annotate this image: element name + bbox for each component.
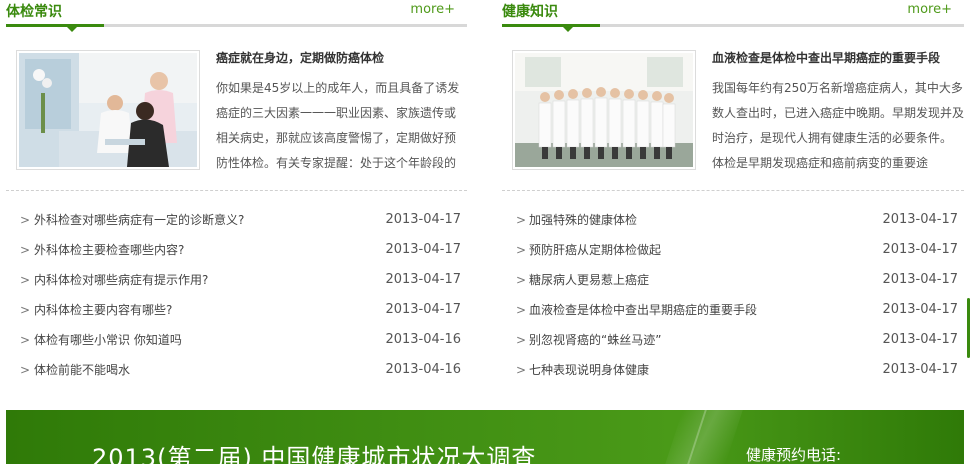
panel-health-checkup-tips: 体检常识 more+ 癌症就在身边，定期做防癌体检 你如果是45岁以上的成年人，… (6, 0, 467, 390)
list-item-date: 2013-04-16 (385, 362, 461, 377)
list-item-date: 2013-04-17 (385, 212, 461, 227)
list-item-date: 2013-04-17 (385, 272, 461, 287)
list-item[interactable]: > 体检前能不能喝水 2013-04-16 (6, 355, 467, 385)
list-item-title[interactable]: 外科体检主要检查哪些内容? (34, 235, 184, 265)
chevron-right-icon: > (20, 213, 31, 227)
list-item[interactable]: > 加强特殊的健康体检 2013-04-17 (502, 205, 964, 235)
medical-team-photo (515, 53, 693, 167)
panel-title: 健康知识 (502, 4, 558, 20)
chevron-right-icon: > (516, 303, 527, 317)
list-item[interactable]: > 预防肝癌从定期体检做起 2013-04-17 (502, 235, 964, 265)
list-item-title[interactable]: 内科体检主要内容有哪些? (34, 295, 172, 325)
chevron-right-icon: > (20, 273, 31, 287)
list-item[interactable]: > 血液检查是体检中查出早期癌症的重要手段 2013-04-17 (502, 295, 964, 325)
list-item-date: 2013-04-17 (385, 302, 461, 317)
featured-article: 癌症就在身边，定期做防癌体检 你如果是45岁以上的成年人，而且具备了诱发癌症的三… (16, 50, 467, 172)
chevron-right-icon: > (20, 243, 31, 257)
list-item[interactable]: > 糖尿病人更易惹上癌症 2013-04-17 (502, 265, 964, 295)
chevron-right-icon: > (516, 243, 527, 257)
doctor-consultation-photo (19, 53, 197, 167)
list-item[interactable]: > 外科检查对哪些病症有一定的诊断意义? 2013-04-17 (6, 205, 467, 235)
featured-title[interactable]: 癌症就在身边，定期做防癌体检 (216, 50, 467, 70)
featured-article: 血液检查是体检中查出早期癌症的重要手段 我国每年约有250万名新增癌症病人，其中… (512, 50, 964, 172)
more-link[interactable]: more+ (410, 2, 455, 17)
list-item[interactable]: > 外科体检主要检查哪些内容? 2013-04-17 (6, 235, 467, 265)
more-link[interactable]: more+ (907, 2, 952, 17)
list-item-title[interactable]: 七种表现说明身体健康 (529, 355, 649, 385)
header-rule (6, 24, 467, 32)
article-list: > 加强特殊的健康体检 2013-04-17 > 预防肝癌从定期体检做起 201… (502, 205, 964, 385)
panel-health-knowledge: 健康知识 more+ 血液检查是体检中查出早期癌症的重要手段 我国每年约有250… (502, 0, 964, 390)
featured-summary: 你如果是45岁以上的成年人，而且具备了诱发癌症的三大因素一一一职业因素、家族遗传… (216, 81, 460, 170)
list-item-title[interactable]: 血液检查是体检中查出早期癌症的重要手段 (529, 295, 757, 325)
list-item-title[interactable]: 别忽视肾癌的“蛛丝马迹” (529, 325, 661, 355)
list-item-date: 2013-04-17 (882, 362, 958, 377)
list-item-date: 2013-04-17 (882, 272, 958, 287)
featured-text: 癌症就在身边，定期做防癌体检 你如果是45岁以上的成年人，而且具备了诱发癌症的三… (216, 50, 467, 176)
list-item-title[interactable]: 加强特殊的健康体检 (529, 205, 637, 235)
list-item-title[interactable]: 内科体检对哪些病症有提示作用? (34, 265, 208, 295)
list-item[interactable]: > 内科体检主要内容有哪些? 2013-04-17 (6, 295, 467, 325)
list-item[interactable]: > 体检有哪些小常识 你知道吗 2013-04-16 (6, 325, 467, 355)
list-item-title[interactable]: 预防肝癌从定期体检做起 (529, 235, 661, 265)
chevron-right-icon: > (20, 303, 31, 317)
panel-header: 体检常识 more+ (6, 0, 467, 32)
list-item-title[interactable]: 糖尿病人更易惹上癌症 (529, 265, 649, 295)
list-item-date: 2013-04-17 (882, 332, 958, 347)
panel-title: 体检常识 (6, 4, 62, 20)
list-item-date: 2013-04-16 (385, 332, 461, 347)
dashed-divider (6, 190, 467, 191)
dashed-divider (502, 190, 964, 191)
chevron-right-icon: > (516, 363, 527, 377)
appointment-phone-label: 健康预约电话: (746, 446, 842, 464)
list-item-date: 2013-04-17 (385, 242, 461, 257)
survey-banner[interactable]: 2013(第二届) 中国健康城市状况大调查 健康预约电话: (6, 410, 964, 464)
chevron-right-icon: > (516, 333, 527, 347)
featured-summary: 我国每年约有250万名新增癌症病人，其中大多数人查出时，已进入癌症中晚期。早期发… (712, 81, 964, 170)
list-item-date: 2013-04-17 (882, 212, 958, 227)
list-item[interactable]: > 别忽视肾癌的“蛛丝马迹” 2013-04-17 (502, 325, 964, 355)
list-item-title[interactable]: 体检前能不能喝水 (34, 355, 130, 385)
panel-header: 健康知识 more+ (502, 0, 964, 32)
list-item[interactable]: > 内科体检对哪些病症有提示作用? 2013-04-17 (6, 265, 467, 295)
list-item-title[interactable]: 体检有哪些小常识 你知道吗 (34, 325, 182, 355)
chevron-right-icon: > (516, 273, 527, 287)
chevron-right-icon: > (516, 213, 527, 227)
banner-title: 2013(第二届) 中国健康城市状况大调查 (92, 444, 537, 464)
featured-title[interactable]: 血液检查是体检中查出早期癌症的重要手段 (712, 50, 964, 70)
chevron-right-icon: > (20, 333, 31, 347)
featured-image[interactable] (16, 50, 200, 170)
featured-image[interactable] (512, 50, 696, 170)
header-rule (502, 24, 964, 32)
featured-text: 血液检查是体检中查出早期癌症的重要手段 我国每年约有250万名新增癌症病人，其中… (712, 50, 964, 176)
list-item-date: 2013-04-17 (882, 242, 958, 257)
list-item-date: 2013-04-17 (882, 302, 958, 317)
article-list: > 外科检查对哪些病症有一定的诊断意义? 2013-04-17 > 外科体检主要… (6, 205, 467, 385)
list-item[interactable]: > 七种表现说明身体健康 2013-04-17 (502, 355, 964, 385)
chevron-right-icon: > (20, 363, 31, 377)
list-item-title[interactable]: 外科检查对哪些病症有一定的诊断意义? (34, 205, 244, 235)
